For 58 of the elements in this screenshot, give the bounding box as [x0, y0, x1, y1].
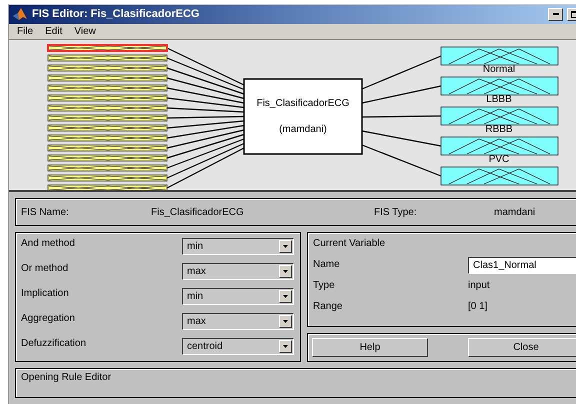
method-label: Implication — [21, 288, 69, 299]
variable-range: [0 1] — [468, 301, 488, 312]
variable-type: input — [468, 280, 491, 291]
input-variable-box[interactable] — [48, 115, 244, 122]
method-dropdown[interactable]: max — [182, 263, 294, 280]
input-variable-box[interactable] — [48, 134, 244, 162]
maximize-icon — [570, 10, 576, 18]
system-name: Fis_ClasificadorECG — [256, 98, 350, 110]
method-dropdown[interactable]: centroid — [182, 338, 294, 355]
output-variable-box[interactable] — [362, 107, 558, 126]
name-label: Name — [313, 259, 341, 270]
caret-icon — [283, 345, 288, 348]
system-box[interactable] — [243, 78, 363, 156]
method-dropdown[interactable]: min — [182, 238, 294, 255]
fis-type: mamdani — [494, 206, 536, 218]
menu-item[interactable]: View — [68, 26, 102, 38]
caret-icon — [283, 295, 288, 298]
variable-name-field[interactable]: Clas1_Normal — [468, 257, 576, 274]
caret-icon — [283, 270, 288, 273]
output-label: LBBB — [486, 94, 512, 106]
method-label: And method — [21, 238, 75, 249]
system-type: (mamdani) — [279, 124, 327, 136]
method-dropdown[interactable]: min — [182, 288, 294, 305]
method-dropdown[interactable]: max — [182, 313, 294, 330]
output-variable-box[interactable] — [362, 77, 558, 104]
output-variable-box[interactable] — [362, 130, 558, 156]
input-variable-box[interactable] — [48, 148, 244, 190]
input-variable-box[interactable] — [48, 138, 244, 172]
minimize-icon — [552, 13, 558, 16]
help-button[interactable]: Help — [312, 338, 428, 357]
output-variable-box[interactable] — [362, 47, 558, 90]
fis-name-label: FIS Name: — [21, 206, 70, 218]
menu-item[interactable]: Edit — [39, 26, 68, 38]
method-label: Defuzzification — [21, 338, 86, 349]
input-variable-box[interactable] — [48, 120, 244, 132]
window-title: FIS Editor: Fis_ClasificadorECG — [32, 8, 200, 20]
method-label: Aggregation — [21, 313, 75, 324]
input-variable-box[interactable] — [48, 130, 244, 152]
input-variable-box[interactable] — [48, 125, 244, 142]
output-variable-box[interactable] — [362, 144, 558, 186]
app-logo-icon — [12, 7, 28, 22]
fis-type-label: FIS Type: — [374, 206, 418, 218]
output-label: RBBB — [485, 124, 513, 136]
range-label: Range — [313, 301, 344, 312]
type-label: Type — [313, 280, 336, 291]
fis-name: Fis_ClasificadorECG — [151, 206, 245, 218]
caret-icon — [283, 320, 288, 323]
panel-title: Current Variable — [313, 238, 386, 251]
caret-icon — [283, 245, 288, 248]
close-button[interactable]: Close — [468, 338, 576, 357]
input-variable-box[interactable] — [48, 143, 244, 182]
method-label: Or method — [21, 263, 68, 274]
status-text: Opening Rule Editor — [21, 372, 112, 383]
output-label: PVC — [488, 154, 510, 166]
output-label: Normal — [482, 64, 516, 76]
input-variable-box[interactable] — [48, 105, 244, 114]
menu-item[interactable]: File — [11, 26, 40, 38]
minimize-button[interactable] — [548, 8, 563, 21]
